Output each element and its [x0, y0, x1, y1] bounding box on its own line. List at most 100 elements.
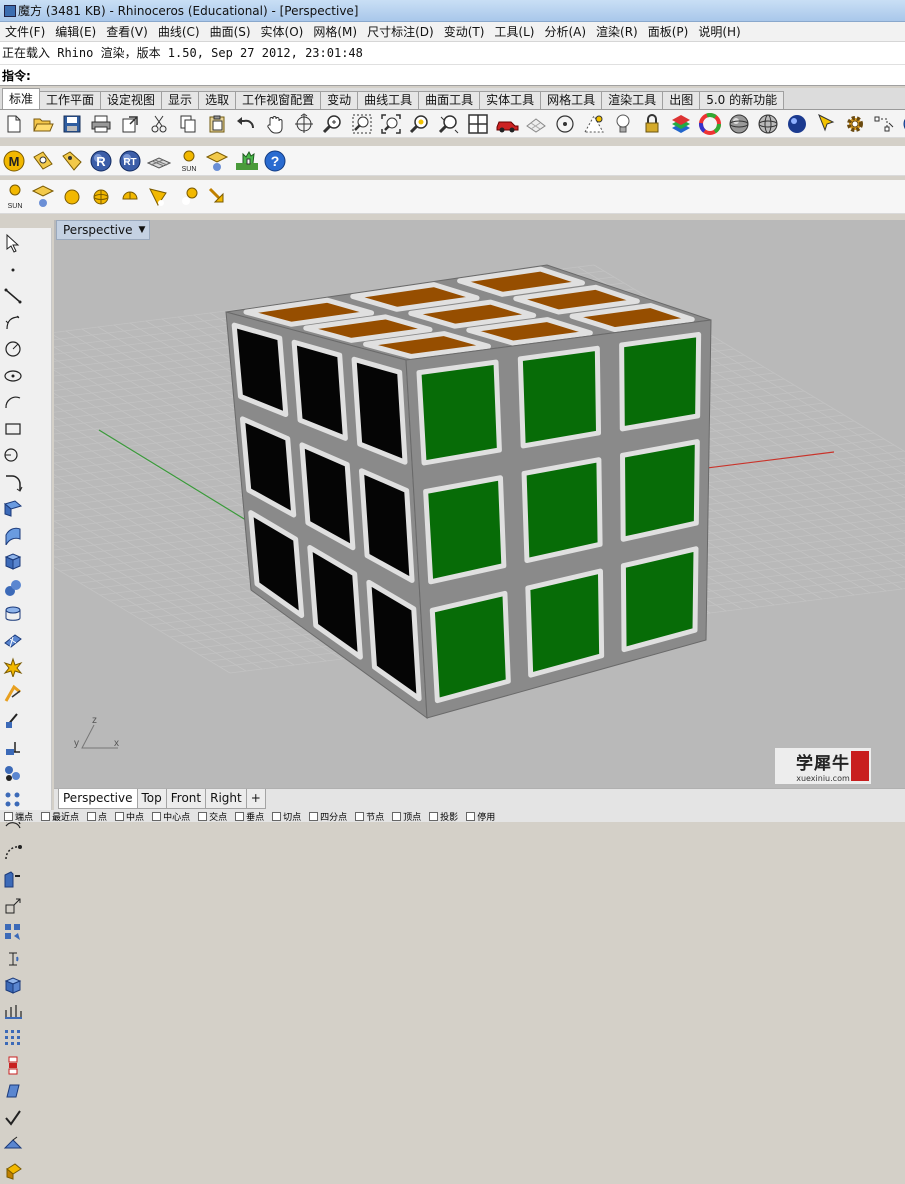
group-icon[interactable] [0, 760, 26, 787]
box-icon[interactable] [0, 548, 26, 575]
sweep-icon[interactable] [0, 840, 26, 867]
light-icon[interactable] [611, 112, 635, 136]
sphere-icon[interactable] [0, 575, 26, 602]
shaded-sphere-icon[interactable] [727, 112, 751, 136]
half-sphere-light-icon[interactable] [118, 185, 142, 209]
circle-icon[interactable] [553, 112, 577, 136]
osnap-center[interactable]: 中心点 [152, 810, 190, 822]
help-icon[interactable]: ? [263, 149, 287, 173]
zoom-extents-icon[interactable] [379, 112, 403, 136]
tab-viewport-layout[interactable]: 工作视窗配置 [235, 91, 321, 109]
zoom-dynamic-icon[interactable] [437, 112, 461, 136]
cap-icon[interactable] [0, 1131, 26, 1158]
menu-render[interactable]: 渲染(R) [591, 23, 643, 40]
save-icon[interactable] [60, 112, 84, 136]
options-gear-icon[interactable] [843, 112, 867, 136]
tab-perspective[interactable]: Perspective [58, 789, 138, 809]
wire-sphere-icon[interactable] [756, 112, 780, 136]
checkbox[interactable] [392, 812, 401, 821]
environment-icon[interactable] [205, 149, 229, 173]
sun-icon[interactable]: SUN [176, 149, 200, 173]
viewport-title[interactable]: Perspective ▼ [56, 220, 150, 240]
checkbox[interactable] [198, 812, 207, 821]
paste-icon[interactable] [205, 112, 229, 136]
osnap-knot[interactable]: 节点 [355, 810, 384, 822]
new-icon[interactable] [2, 112, 26, 136]
explode-icon[interactable] [0, 654, 26, 681]
rotate-view-icon[interactable] [292, 112, 316, 136]
undo-icon[interactable] [234, 112, 258, 136]
osnap-vertex[interactable]: 顶点 [392, 810, 421, 822]
polygon-icon[interactable] [0, 416, 26, 443]
split-icon[interactable] [0, 734, 26, 761]
checkbox[interactable] [309, 812, 318, 821]
sphere-light-icon[interactable] [89, 185, 113, 209]
checkbox[interactable] [466, 812, 475, 821]
line-icon[interactable] [0, 283, 26, 310]
point-icon[interactable] [582, 112, 606, 136]
menu-file[interactable]: 文件(F) [0, 23, 50, 40]
material-m-icon[interactable]: M [2, 149, 26, 173]
menu-edit[interactable]: 编辑(E) [50, 23, 101, 40]
tab-top[interactable]: Top [137, 789, 167, 809]
curve-icon[interactable] [0, 442, 26, 469]
cylinder-icon[interactable] [0, 601, 26, 628]
grid-points-icon[interactable] [0, 1025, 26, 1052]
menu-curve[interactable]: 曲线(C) [153, 23, 205, 40]
cylinder-tool-icon[interactable] [0, 1078, 26, 1105]
tab-right[interactable]: Right [205, 789, 247, 809]
menu-transform[interactable]: 变动(T) [439, 23, 490, 40]
open-icon[interactable] [31, 112, 55, 136]
sun-icon[interactable]: SUN [2, 185, 26, 209]
tab-cplanes[interactable]: 工作平面 [39, 91, 101, 109]
tag-icon[interactable] [60, 149, 84, 173]
tab-mesh-tools[interactable]: 网格工具 [540, 91, 602, 109]
help-icon[interactable]: ? [901, 112, 905, 136]
rendered-sphere-icon[interactable] [785, 112, 809, 136]
tab-transform[interactable]: 变动 [320, 91, 358, 109]
render-r-icon[interactable]: R [89, 149, 113, 173]
checkbox[interactable] [355, 812, 364, 821]
trim-icon[interactable] [0, 707, 26, 734]
osnap-project[interactable]: 投影 [429, 810, 458, 822]
car-icon[interactable] [495, 112, 519, 136]
checkbox[interactable] [152, 812, 161, 821]
extrude-icon[interactable] [0, 866, 26, 893]
color-wheel-icon[interactable] [698, 112, 722, 136]
plant-icon[interactable] [234, 149, 258, 173]
checkbox[interactable] [429, 812, 438, 821]
tab-solid-tools[interactable]: 实体工具 [479, 91, 541, 109]
checkbox[interactable] [4, 812, 13, 821]
camera-icon[interactable] [31, 149, 55, 173]
zoom-window-icon[interactable] [350, 112, 374, 136]
menu-mesh[interactable]: 网格(M) [308, 23, 362, 40]
select-arrow-icon[interactable] [0, 230, 26, 257]
checkbox[interactable] [41, 812, 50, 821]
pan-icon[interactable] [263, 112, 287, 136]
array-icon[interactable] [0, 919, 26, 946]
osnap-quad[interactable]: 四分点 [309, 810, 347, 822]
ellipse-icon[interactable] [0, 363, 26, 390]
select-icon[interactable] [814, 112, 838, 136]
four-viewports-icon[interactable] [466, 112, 490, 136]
ground-plane-icon[interactable] [147, 149, 171, 173]
osnap-end[interactable]: 端点 [4, 810, 33, 822]
rail-icon[interactable] [0, 522, 26, 549]
tab-surface-tools[interactable]: 曲面工具 [418, 91, 480, 109]
menu-panels[interactable]: 面板(P) [643, 23, 694, 40]
tab-display[interactable]: 显示 [161, 91, 199, 109]
perspective-viewport[interactable]: z y x Perspective ▼ 学犀牛 xuexiniu.com [54, 220, 905, 788]
print-icon[interactable] [89, 112, 113, 136]
tab-standard[interactable]: 标准 [2, 88, 40, 109]
arc-icon[interactable] [0, 389, 26, 416]
tab-new-in-v5[interactable]: 5.0 的新功能 [699, 91, 784, 109]
point-light-icon[interactable] [60, 185, 84, 209]
menu-tools[interactable]: 工具(L) [489, 23, 539, 40]
rotate-icon[interactable] [0, 946, 26, 973]
block-icon[interactable] [0, 1052, 26, 1079]
cut-icon[interactable] [147, 112, 171, 136]
dimension-icon[interactable] [0, 999, 26, 1026]
tab-front[interactable]: Front [166, 789, 206, 809]
tab-drafting[interactable]: 出图 [662, 91, 700, 109]
spotlight-icon[interactable] [31, 185, 55, 209]
